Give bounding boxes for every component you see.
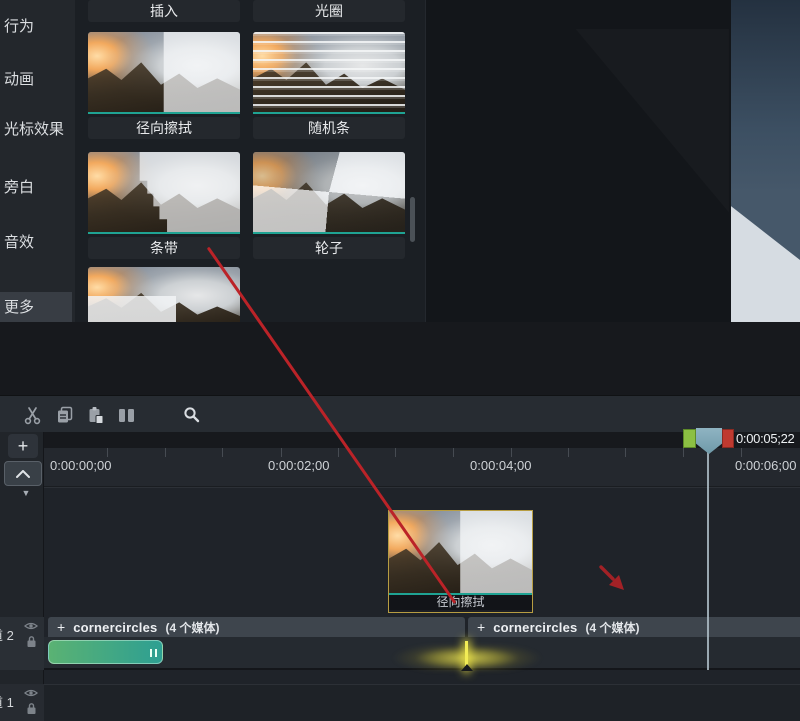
copy-button[interactable] <box>53 403 77 427</box>
ruler-tick <box>568 448 569 457</box>
group-media-count: (4 个媒体) <box>585 619 639 636</box>
ruler-tick <box>453 448 454 457</box>
sidebar-item-voice-narration[interactable]: 旁白 <box>0 176 75 200</box>
track2-header: 道 2 <box>0 617 44 670</box>
scissors-icon <box>23 406 42 425</box>
track2-label: 道 2 <box>0 625 16 644</box>
track1-content <box>44 684 800 721</box>
split-button[interactable] <box>114 403 138 427</box>
transition-thumb-radial-wipe[interactable] <box>88 32 240 114</box>
annotation-arrow <box>594 560 634 596</box>
sidebar-item-animations[interactable]: 动画 <box>0 68 75 92</box>
red-arrowhead-icon <box>594 560 634 596</box>
lock-icon <box>26 702 37 715</box>
ruler-tick <box>683 448 684 457</box>
ruler-tick <box>395 448 396 457</box>
transition-card-insert[interactable]: 插入 <box>88 0 240 22</box>
zoom-tool-button[interactable] <box>180 403 204 427</box>
transition-thumb-strips[interactable] <box>88 152 240 234</box>
ruler-label-6s: 0:00:06;00 <box>735 458 800 473</box>
ruler-tick <box>338 448 339 457</box>
ruler-tick <box>741 448 742 457</box>
track-gutter: + ▼ 道 2 道 1 <box>0 432 44 721</box>
canvas-shape-white-triangle <box>731 0 800 322</box>
sidebar-item-audio-effects[interactable]: 音效 <box>0 231 75 255</box>
magnifier-icon <box>183 406 201 424</box>
lock-icon <box>26 635 37 648</box>
copy-icon <box>56 406 74 424</box>
transition-thumb-random-bars[interactable] <box>253 32 405 114</box>
timeline-clip-green[interactable] <box>48 640 163 664</box>
group-name: cornercircles <box>493 620 577 635</box>
transition-card-wheel[interactable]: 轮子 <box>253 237 405 259</box>
playhead-in-handle[interactable] <box>683 429 696 448</box>
paste-button[interactable] <box>84 403 108 427</box>
transition-card-random-bars[interactable]: 随机条 <box>253 117 405 139</box>
media-group-1[interactable]: + cornercircles (4 个媒体) <box>48 617 465 637</box>
track1-label: 道 1 <box>0 692 16 711</box>
group-expand-plus[interactable]: + <box>477 619 485 635</box>
playhead-out-handle[interactable] <box>722 429 734 448</box>
transition-card-iris[interactable]: 光圈 <box>253 0 405 22</box>
track1-visibility-toggle[interactable] <box>24 688 38 698</box>
video-editor-window: 行为 动画 光标效果 旁白 音效 更多 插入 光圈 径向擦拭 随机条 条带 轮子 <box>0 0 800 721</box>
sidebar-item-more[interactable]: 更多 <box>0 292 72 323</box>
random-bars-preview <box>253 32 405 112</box>
sidebar-item-behaviors[interactable]: 行为 <box>0 15 75 39</box>
playhead-stem[interactable] <box>707 452 709 670</box>
group-name: cornercircles <box>73 620 157 635</box>
radial-wipe-preview <box>88 32 240 112</box>
wheel-preview <box>253 152 405 232</box>
track1-lock-toggle[interactable] <box>26 702 37 715</box>
chevron-up-icon <box>16 470 30 478</box>
canvas-shape-blue <box>731 0 800 322</box>
dragged-transition-clip[interactable]: 径向擦拭 <box>388 510 533 613</box>
transition-thumb-wheel[interactable] <box>253 152 405 234</box>
media-group-2[interactable]: + cornercircles (4 个媒体) <box>468 617 800 637</box>
ruler-label-2s: 0:00:02;00 <box>268 458 329 473</box>
radial-wipe-preview <box>389 511 532 593</box>
collapse-tracks-button[interactable] <box>4 461 42 486</box>
ruler-tick <box>165 448 166 457</box>
preview-canvas[interactable] <box>425 0 800 322</box>
ruler-tick <box>222 448 223 457</box>
panel-scrollbar[interactable] <box>410 197 415 242</box>
effects-sidebar: 行为 动画 光标效果 旁白 音效 更多 <box>0 0 75 323</box>
eye-icon <box>24 621 38 631</box>
expand-tracks-button[interactable]: ▼ <box>20 488 32 498</box>
current-time-readout: 0:00:05;22 <box>736 431 800 446</box>
eye-icon <box>24 688 38 698</box>
transitions-panel: 插入 光圈 径向擦拭 随机条 条带 轮子 <box>75 0 425 323</box>
split-icon <box>117 407 136 424</box>
paste-icon <box>87 406 105 424</box>
timeline-toolbar: – + <box>0 395 800 432</box>
ghost-thumb <box>389 511 532 595</box>
cut-button[interactable] <box>20 403 44 427</box>
track1-header: 道 1 <box>0 684 44 721</box>
transition-card-radial-wipe[interactable]: 径向擦拭 <box>88 117 240 139</box>
group-expand-plus[interactable]: + <box>57 619 65 635</box>
transition-card-strips[interactable]: 条带 <box>88 237 240 259</box>
time-ruler[interactable]: 0:00:00;00 0:00:02;00 0:00:04;00 0:00:06… <box>44 448 800 487</box>
playback-bar <box>0 322 800 395</box>
inset-preview <box>88 267 240 323</box>
group-media-count: (4 个媒体) <box>165 619 219 636</box>
clip-handle-marks-icon <box>150 649 157 657</box>
sidebar-item-cursor-effects[interactable]: 光标效果 <box>0 118 75 142</box>
track2-content <box>44 637 800 670</box>
strips-preview <box>88 152 240 232</box>
ghost-clip-label: 径向擦拭 <box>389 595 532 610</box>
add-track-button[interactable]: + <box>8 434 38 458</box>
track2-visibility-toggle[interactable] <box>24 621 38 631</box>
ruler-tick <box>281 448 282 457</box>
ruler-label-4s: 0:00:04;00 <box>470 458 531 473</box>
track2-lock-toggle[interactable] <box>26 635 37 648</box>
transition-thumb-partial[interactable] <box>88 267 240 323</box>
ruler-tick <box>625 448 626 457</box>
ruler-label-0s: 0:00:00;00 <box>50 458 111 473</box>
ruler-tick <box>107 448 108 457</box>
ruler-tick <box>511 448 512 457</box>
